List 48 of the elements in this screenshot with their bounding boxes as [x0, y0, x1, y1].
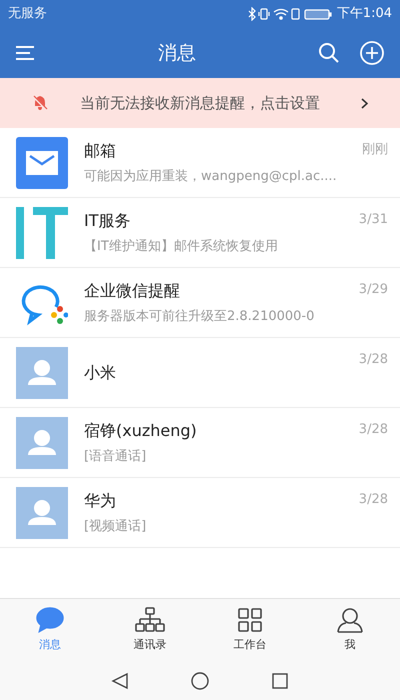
recents-icon[interactable]: [271, 672, 289, 690]
tab[interactable]: 工作台: [200, 599, 300, 662]
chevron-right-icon: [361, 98, 368, 108]
search-button[interactable]: [318, 42, 340, 64]
message-time: 刚刚: [362, 141, 388, 159]
user-icon: [337, 607, 363, 634]
notification-text: 当前无法接收新消息提醒，点击设置: [80, 92, 321, 114]
carrier-text: 无服务: [8, 5, 47, 24]
tab[interactable]: 我: [300, 599, 400, 662]
clock-text: 下午1:04: [336, 5, 392, 24]
notification-banner[interactable]: 当前无法接收新消息提醒，点击设置: [0, 78, 400, 128]
home-icon[interactable]: [191, 672, 209, 690]
message-time: 3/28: [358, 351, 388, 369]
person-avatar-icon: [16, 416, 68, 468]
conversation-name: 华为: [84, 490, 117, 512]
conversation-name: 企业微信提醒: [84, 280, 181, 302]
conversation-name: 小米: [84, 362, 117, 384]
message-preview: 可能因为应用重装，wangpeng@cpl.ac....: [84, 168, 338, 186]
muted-bell-icon: [32, 95, 48, 111]
message-preview: 服务器版本可前往升级至2.8.210000-0: [84, 308, 316, 326]
back-icon[interactable]: [111, 672, 129, 690]
it-logo-icon: [16, 206, 68, 258]
page-title: 消息: [157, 40, 197, 66]
message-time: 3/28: [358, 491, 388, 509]
message-time: 3/28: [358, 421, 388, 439]
person-avatar-icon: [16, 346, 68, 398]
tab[interactable]: 通讯录: [100, 599, 200, 662]
conversation-row[interactable]: 邮箱 可能因为应用重装，wangpeng@cpl.ac.... 刚刚: [0, 128, 400, 198]
conversation-row[interactable]: IT服务 【IT维护通知】邮件系统恢复使用 3/31: [0, 198, 400, 268]
conversation-name: 宿铮(xuzheng): [84, 420, 198, 442]
message-time: 3/31: [358, 211, 388, 229]
mail-icon: [16, 136, 68, 188]
message-preview: [语音通话]: [84, 448, 148, 466]
person-avatar-icon: [16, 486, 68, 538]
chat-bubble-icon: [36, 607, 64, 634]
conversation-row[interactable]: 小米 3/28: [0, 338, 400, 408]
add-button[interactable]: [360, 41, 384, 65]
conversation-row[interactable]: 企业微信提醒 服务器版本可前往升级至2.8.210000-0 3/29: [0, 268, 400, 338]
message-time: 3/29: [358, 281, 388, 299]
message-preview: 【IT维护通知】邮件系统恢复使用: [84, 238, 279, 256]
menu-button[interactable]: [16, 43, 36, 63]
conversation-row[interactable]: 宿铮(xuzheng) [语音通话] 3/28: [0, 408, 400, 478]
grid-icon: [237, 607, 263, 634]
conversation-name: IT服务: [84, 210, 132, 232]
conversation-name: 邮箱: [84, 140, 117, 162]
message-preview: [视频通话]: [84, 518, 148, 536]
org-chart-icon: [135, 607, 165, 634]
conversation-row[interactable]: 华为 [视频通话] 3/28: [0, 478, 400, 548]
